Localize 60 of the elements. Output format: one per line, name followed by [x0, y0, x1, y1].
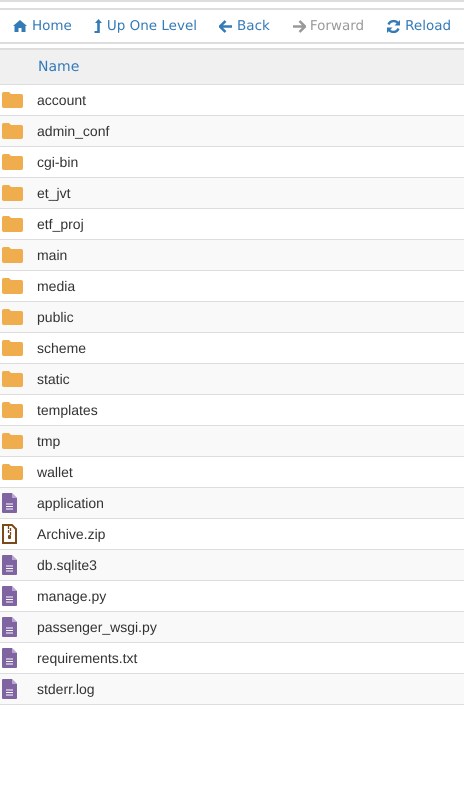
file-row[interactable]: passenger_wsgi.py	[0, 612, 464, 643]
folder-icon	[2, 464, 23, 480]
file-row[interactable]: stderr.log	[0, 674, 464, 705]
file-row[interactable]: application	[0, 488, 464, 519]
file-row[interactable]: et_jvt	[0, 178, 464, 209]
document-icon	[2, 617, 17, 637]
file-name: application	[37, 495, 104, 511]
folder-icon	[2, 247, 23, 263]
file-name: Archive.zip	[37, 526, 106, 542]
file-row[interactable]: tmp	[0, 426, 464, 457]
folder-icon	[2, 216, 23, 232]
file-row[interactable]: main	[0, 240, 464, 271]
right-arrow-icon	[292, 20, 306, 32]
folder-icon	[2, 185, 23, 201]
file-name: et_jvt	[37, 185, 70, 201]
document-icon	[2, 493, 17, 513]
folder-icon	[2, 154, 23, 170]
file-row[interactable]: static	[0, 364, 464, 395]
file-name: public	[37, 309, 74, 325]
folder-icon	[2, 433, 23, 449]
file-name: main	[37, 247, 68, 263]
file-name: manage.py	[37, 588, 106, 604]
file-name: media	[37, 278, 76, 294]
file-name: tmp	[37, 433, 60, 449]
file-name: cgi-bin	[37, 154, 78, 170]
document-icon	[2, 586, 17, 606]
file-row[interactable]: admin_conf	[0, 116, 464, 147]
file-name: templates	[37, 402, 98, 418]
file-name: account	[37, 92, 86, 108]
file-name: stderr.log	[37, 681, 95, 697]
folder-icon	[2, 309, 23, 325]
name-column-header[interactable]: Name	[38, 59, 80, 75]
folder-icon	[2, 371, 23, 387]
file-name: passenger_wsgi.py	[37, 619, 157, 635]
document-icon	[2, 648, 17, 668]
file-row[interactable]: db.sqlite3	[0, 550, 464, 581]
file-name: wallet	[37, 464, 73, 480]
file-name: static	[37, 371, 70, 387]
up-button[interactable]: Up One Level	[90, 12, 202, 40]
folder-icon	[2, 92, 23, 108]
back-button[interactable]: Back	[215, 12, 274, 40]
file-name: scheme	[37, 340, 86, 356]
left-arrow-icon	[219, 20, 234, 32]
reload-button[interactable]: Reload	[382, 12, 456, 40]
file-row[interactable]: public	[0, 302, 464, 333]
file-name: db.sqlite3	[37, 557, 97, 573]
zip-file-icon	[2, 524, 17, 544]
document-icon	[2, 555, 17, 575]
folder-icon	[2, 278, 23, 294]
folder-icon	[2, 402, 23, 418]
home-icon	[12, 19, 28, 33]
file-name: etf_proj	[37, 216, 84, 232]
file-name: admin_conf	[37, 123, 110, 139]
folder-icon	[2, 340, 23, 356]
document-icon	[2, 679, 17, 699]
up-arrow-icon	[94, 18, 103, 34]
file-name: requirements.txt	[37, 650, 138, 666]
reload-icon	[386, 18, 402, 34]
home-button[interactable]: Home	[8, 12, 76, 40]
folder-icon	[2, 123, 23, 139]
